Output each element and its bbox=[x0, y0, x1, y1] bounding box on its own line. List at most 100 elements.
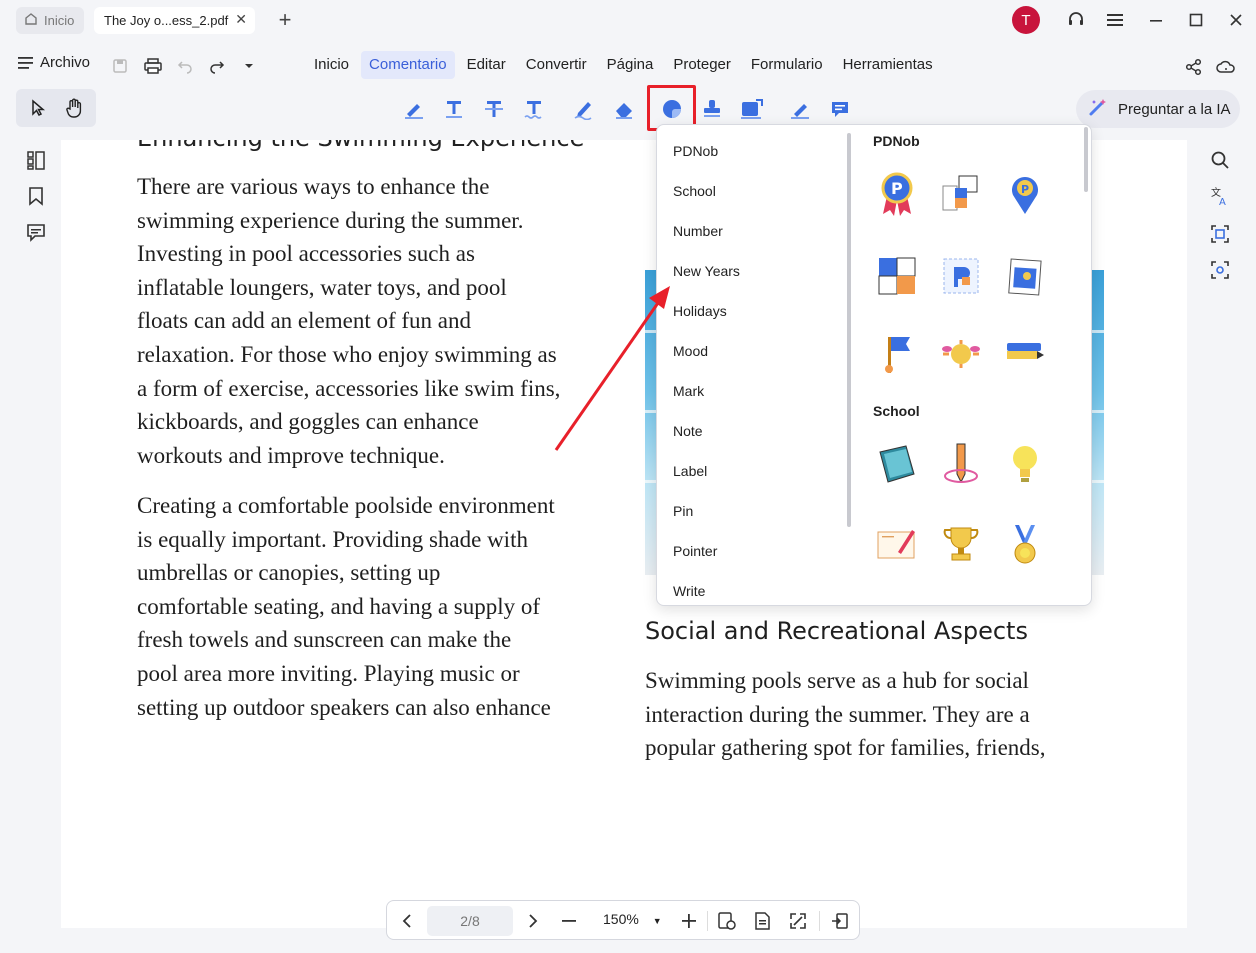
save-icon[interactable] bbox=[109, 55, 131, 77]
category-pdnob[interactable]: PDNob bbox=[673, 141, 718, 161]
page-layout-icon[interactable] bbox=[751, 909, 775, 933]
category-note[interactable]: Note bbox=[673, 421, 703, 441]
highlight-icon[interactable] bbox=[402, 97, 426, 121]
cloud-sync-icon[interactable] bbox=[1214, 55, 1238, 79]
trophy-sticker[interactable] bbox=[940, 523, 982, 565]
puzzle-sticker[interactable] bbox=[876, 255, 918, 297]
next-page-icon[interactable] bbox=[521, 909, 545, 933]
read-mode-icon[interactable] bbox=[715, 909, 739, 933]
category-pointer[interactable]: Pointer bbox=[673, 541, 717, 561]
tab-document-label: The Joy o...ess_2.pdf bbox=[104, 13, 229, 28]
main-menu: Inicio Comentario Editar Convertir Págin… bbox=[306, 51, 945, 79]
select-cursor-icon[interactable] bbox=[27, 97, 49, 119]
avatar[interactable]: T bbox=[1012, 6, 1040, 34]
category-school[interactable]: School bbox=[673, 181, 716, 201]
bookmark-icon[interactable] bbox=[24, 184, 48, 208]
notebook-pencil-sticker[interactable] bbox=[876, 523, 918, 565]
badge-ribbon-sticker[interactable]: P bbox=[876, 172, 918, 216]
category-write[interactable]: Write bbox=[673, 581, 705, 601]
tab-document[interactable]: The Joy o...ess_2.pdf ✕ bbox=[94, 7, 255, 34]
tab-home[interactable]: Inicio bbox=[16, 7, 84, 34]
menu-pagina[interactable]: Página bbox=[599, 51, 662, 79]
book-sticker[interactable] bbox=[876, 443, 918, 485]
category-scrollbar[interactable] bbox=[847, 133, 851, 527]
flag-sticker[interactable] bbox=[876, 333, 918, 375]
file-menu-button[interactable]: Archivo bbox=[18, 54, 90, 71]
search-icon[interactable] bbox=[1208, 148, 1232, 172]
page-indicator[interactable]: 2/8 bbox=[427, 906, 513, 936]
quick-access-dropdown-icon[interactable] bbox=[238, 55, 260, 77]
do-this-pencil-sticker[interactable] bbox=[1004, 333, 1046, 375]
paragraph-social: Swimming pools serve as a hub for social… bbox=[645, 668, 1046, 761]
zoom-out-icon[interactable] bbox=[557, 909, 581, 933]
screenshot-capture-icon[interactable] bbox=[1208, 258, 1232, 282]
category-new-years[interactable]: New Years bbox=[673, 261, 740, 281]
menu-herramientas[interactable]: Herramientas bbox=[835, 51, 941, 79]
eraser-icon[interactable] bbox=[612, 97, 636, 121]
sticker-grid-scrollbar[interactable] bbox=[1084, 127, 1088, 192]
study-time-pencil-sticker[interactable] bbox=[940, 443, 982, 485]
new-tab-button[interactable]: + bbox=[274, 6, 296, 34]
lightbulb-sticker[interactable] bbox=[1004, 443, 1046, 485]
ask-ai-label: Preguntar a la IA bbox=[1118, 100, 1231, 118]
pdnob-logo-blocks-sticker[interactable] bbox=[940, 173, 982, 215]
menu-convertir[interactable]: Convertir bbox=[518, 51, 595, 79]
print-icon[interactable] bbox=[142, 55, 164, 77]
stamp-icon[interactable] bbox=[700, 97, 724, 121]
hamburger-menu-icon[interactable] bbox=[1102, 6, 1130, 34]
menu-formulario[interactable]: Formulario bbox=[743, 51, 831, 79]
menu-comentario[interactable]: Comentario bbox=[361, 51, 455, 79]
comment-icon[interactable] bbox=[828, 97, 852, 121]
category-label[interactable]: Label bbox=[673, 461, 707, 481]
category-mood[interactable]: Mood bbox=[673, 341, 708, 361]
share-icon[interactable] bbox=[1182, 55, 1206, 79]
strikethrough-icon[interactable] bbox=[482, 97, 506, 121]
menu-editar[interactable]: Editar bbox=[459, 51, 514, 79]
redo-icon[interactable] bbox=[206, 55, 228, 77]
category-mark[interactable]: Mark bbox=[673, 381, 704, 401]
support-headset-icon[interactable] bbox=[1062, 6, 1090, 34]
selection-tools bbox=[16, 89, 96, 127]
text-underline-icon[interactable] bbox=[442, 97, 466, 121]
undo-icon[interactable] bbox=[174, 55, 196, 77]
minimize-icon[interactable] bbox=[1142, 6, 1170, 34]
svg-text:A: A bbox=[1219, 197, 1226, 206]
zoom-in-icon[interactable] bbox=[677, 909, 701, 933]
maximize-icon[interactable] bbox=[1182, 6, 1210, 34]
squiggly-icon[interactable] bbox=[522, 97, 546, 121]
menu-proteger[interactable]: Proteger bbox=[665, 51, 739, 79]
home-icon bbox=[24, 12, 38, 29]
category-holidays[interactable]: Holidays bbox=[673, 301, 727, 321]
zoom-level-value: 150% bbox=[603, 911, 639, 927]
svg-text:P: P bbox=[1021, 183, 1029, 196]
shape-icon[interactable] bbox=[740, 97, 764, 121]
close-window-icon[interactable] bbox=[1222, 6, 1250, 34]
close-tab-icon[interactable]: ✕ bbox=[235, 11, 247, 28]
menu-inicio[interactable]: Inicio bbox=[306, 51, 357, 79]
previous-page-icon[interactable] bbox=[395, 909, 419, 933]
fit-screen-icon[interactable] bbox=[786, 909, 810, 933]
nav-divider bbox=[707, 911, 708, 931]
ask-ai-button[interactable]: Preguntar a la IA bbox=[1076, 90, 1240, 128]
pen-icon[interactable] bbox=[572, 97, 596, 121]
signature-icon[interactable] bbox=[788, 97, 812, 121]
section-title-pdnob: PDNob bbox=[873, 133, 920, 149]
tab-home-label: Inicio bbox=[44, 13, 75, 28]
svg-text:P: P bbox=[891, 179, 903, 198]
translate-icon[interactable]: 文A bbox=[1208, 184, 1232, 208]
ocr-scan-icon[interactable] bbox=[1208, 222, 1232, 246]
exit-fullscreen-icon[interactable] bbox=[828, 909, 852, 933]
comments-panel-icon[interactable] bbox=[24, 220, 48, 244]
category-number[interactable]: Number bbox=[673, 221, 723, 241]
hand-pan-icon[interactable] bbox=[63, 97, 85, 119]
medal-sticker[interactable] bbox=[1004, 523, 1046, 565]
pdnob-frame-sticker[interactable] bbox=[940, 255, 982, 297]
sun-mood-sticker[interactable] bbox=[940, 333, 982, 375]
title-bar: Inicio The Joy o...ess_2.pdf ✕ + T bbox=[0, 0, 1256, 40]
photo-card-sticker[interactable] bbox=[1004, 255, 1046, 297]
thumbnails-icon[interactable] bbox=[24, 148, 48, 172]
category-pin[interactable]: Pin bbox=[673, 501, 693, 521]
zoom-dropdown-icon[interactable]: ▼ bbox=[653, 916, 662, 926]
zoom-level[interactable]: 150% ▼ bbox=[603, 911, 662, 927]
map-pin-sticker[interactable]: P bbox=[1004, 173, 1046, 215]
